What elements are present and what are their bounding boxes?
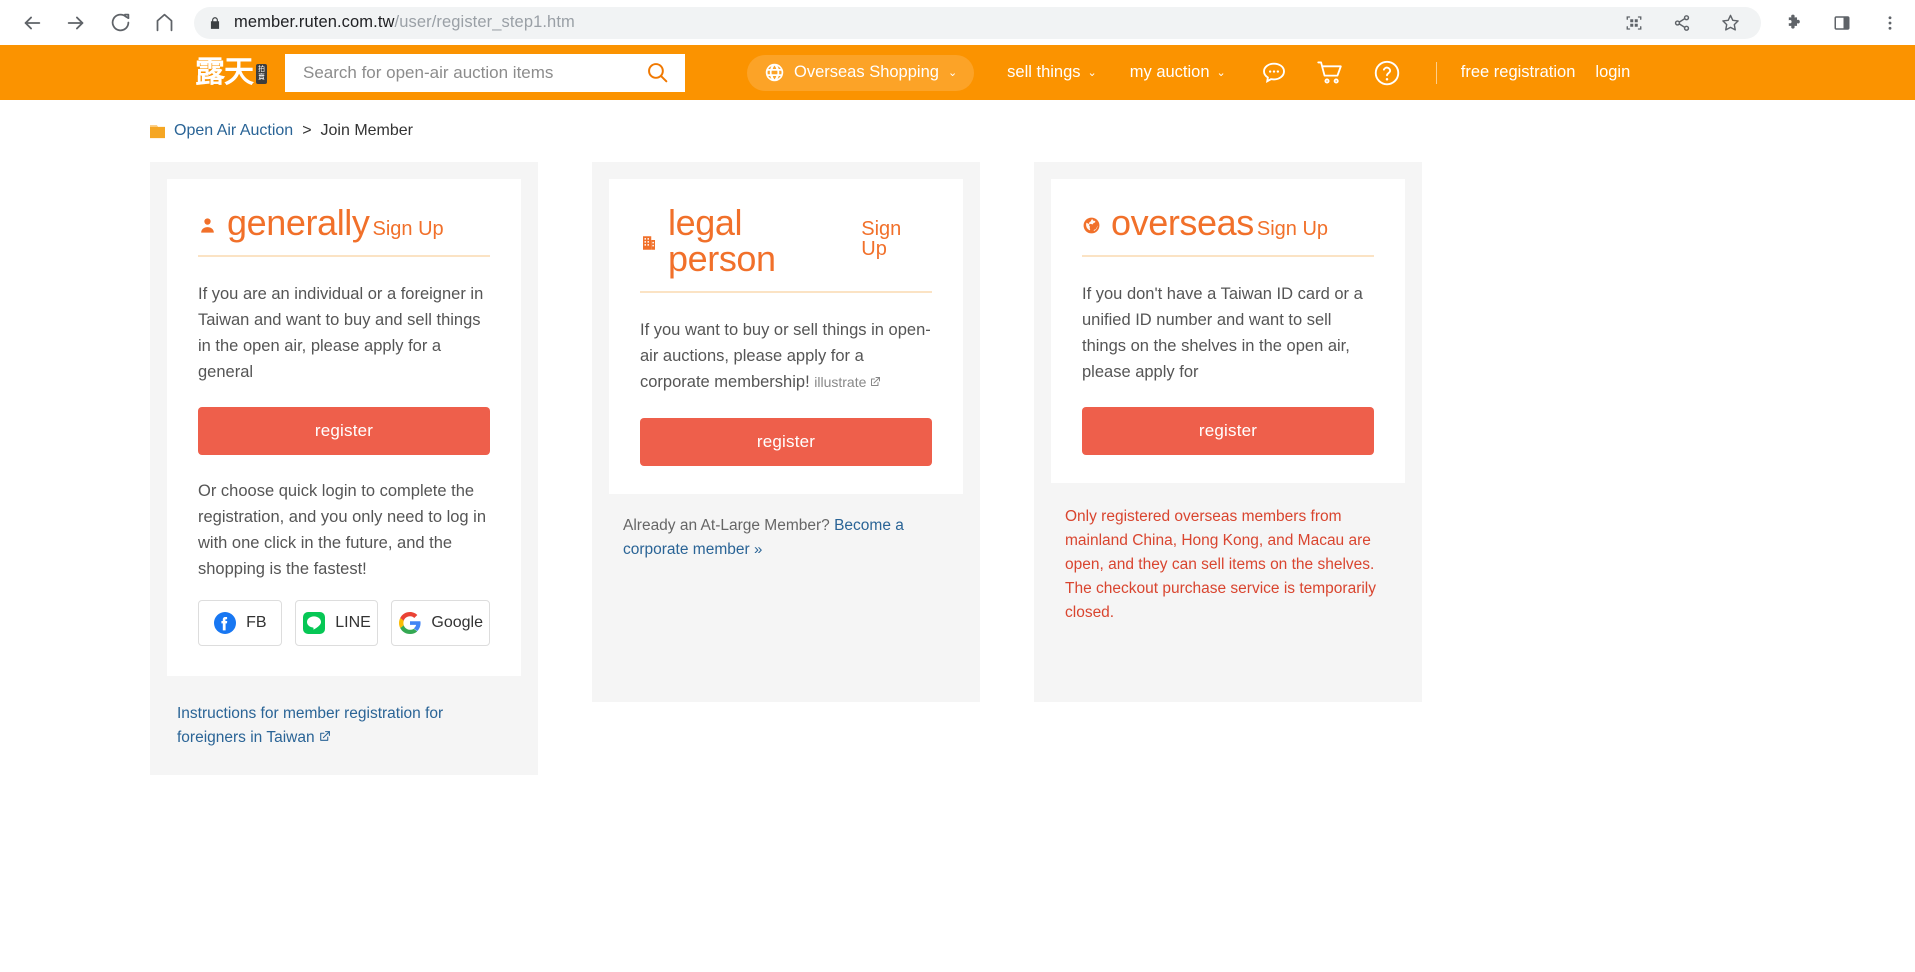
chevron-down-icon: ⌄: [1087, 67, 1097, 79]
nav-overseas-shopping[interactable]: Overseas Shopping ⌄: [747, 54, 975, 91]
reload-icon[interactable]: [100, 3, 140, 43]
card-legal-description-text: If you want to buy or sell things in ope…: [640, 321, 931, 391]
url-path: /user/register_step1.htm: [394, 13, 575, 31]
card-general-description2: Or choose quick login to complete the re…: [198, 482, 487, 578]
illustrate-link[interactable]: illustrate: [814, 374, 866, 390]
line-login-button[interactable]: LINE: [294, 600, 379, 646]
search-bar[interactable]: [285, 53, 685, 92]
search-icon[interactable]: [643, 59, 671, 87]
legal-member-note: Already an At-Large Member? Become a cor…: [609, 494, 963, 562]
forward-arrow-icon[interactable]: [56, 3, 96, 43]
card-general-title: generally Sign Up: [198, 205, 490, 257]
site-header: 露天 拍 賣 Overseas Shopping ⌄ sell things ⌄…: [0, 45, 1915, 100]
card-legal-panel: legal person Sign Up If you want to buy …: [609, 179, 963, 494]
google-icon: [398, 611, 422, 635]
free-registration-link[interactable]: free registration: [1461, 63, 1576, 82]
logo-text: 露天: [195, 55, 254, 89]
lock-icon: [208, 16, 222, 30]
register-button-general[interactable]: register: [198, 407, 490, 455]
card-legal-title: legal person Sign Up: [640, 205, 932, 293]
card-general-heading: generally: [227, 202, 370, 243]
question-mark-icon[interactable]: [1372, 58, 1402, 88]
chevron-right-icon: »: [753, 541, 763, 558]
url-host: member.ruten.com.tw: [234, 13, 395, 31]
card-overseas-heading: overseas: [1111, 202, 1254, 243]
facebook-icon: [213, 611, 237, 635]
card-legal-person: legal person Sign Up If you want to buy …: [592, 162, 980, 702]
puzzle-piece-icon[interactable]: [1781, 10, 1807, 36]
card-legal-description: If you want to buy or sell things in ope…: [640, 317, 932, 396]
person-icon: [198, 216, 217, 235]
card-overseas-title: overseas Sign Up: [1082, 205, 1374, 257]
nav-overseas-label: Overseas Shopping: [794, 63, 939, 81]
home-icon[interactable]: [144, 3, 184, 43]
logo-badge-line1: 拍: [258, 65, 265, 73]
qr-code-icon[interactable]: [1621, 10, 1647, 36]
building-icon: [640, 234, 658, 252]
browser-actions: [1773, 10, 1903, 36]
omnibox-actions: [1621, 10, 1747, 36]
card-general-subheading: Sign Up: [372, 218, 444, 240]
globe-icon: [1082, 216, 1101, 235]
card-legal-heading: legal person: [668, 202, 776, 279]
nav-my-auction[interactable]: my auction ⌄: [1130, 63, 1226, 82]
back-arrow-icon[interactable]: [12, 3, 52, 43]
chat-bubble-icon[interactable]: [1259, 58, 1289, 88]
header-icon-group: [1259, 57, 1402, 88]
foreigner-instructions-link[interactable]: Instructions for member registration for…: [177, 705, 443, 746]
chevron-down-icon: ⌄: [947, 67, 958, 79]
line-icon: [302, 611, 326, 635]
card-general-description: If you are an individual or a foreigner …: [198, 285, 484, 381]
search-input[interactable]: [301, 61, 643, 84]
nav-sell-things[interactable]: sell things ⌄: [1007, 63, 1097, 82]
google-login-button[interactable]: Google: [391, 600, 490, 646]
breadcrumb-current: Join Member: [320, 122, 414, 139]
header-account-links: free registration login: [1435, 61, 1630, 84]
external-link-icon: [869, 370, 881, 396]
three-dot-menu-icon[interactable]: [1877, 10, 1903, 36]
site-logo[interactable]: 露天 拍 賣: [195, 55, 267, 89]
card-general: generally Sign Up If you are an individu…: [150, 162, 538, 775]
register-button-overseas[interactable]: register: [1082, 407, 1374, 455]
side-panel-icon[interactable]: [1829, 10, 1855, 36]
breadcrumb-home-link[interactable]: Open Air Auction: [174, 122, 293, 140]
foreigner-instructions: Instructions for member registration for…: [167, 676, 521, 751]
chevron-down-icon: ⌄: [1216, 67, 1226, 79]
card-overseas-panel: overseas Sign Up If you don't have a Tai…: [1051, 179, 1405, 483]
google-login-label: Google: [431, 614, 483, 631]
globe-icon: [764, 62, 785, 83]
main-navigation: Overseas Shopping ⌄ sell things ⌄ my auc…: [747, 54, 1402, 91]
folder-icon: [150, 124, 165, 139]
breadcrumb-separator: >: [302, 122, 312, 139]
card-overseas: overseas Sign Up If you don't have a Tai…: [1034, 162, 1422, 702]
divider: [1435, 61, 1437, 84]
browser-toolbar: member.ruten.com.tw/user/register_step1.…: [0, 0, 1915, 45]
card-overseas-subheading: Sign Up: [1256, 218, 1329, 240]
share-icon[interactable]: [1669, 10, 1695, 36]
nav-auction-label: my auction: [1129, 63, 1210, 81]
login-link[interactable]: login: [1595, 63, 1630, 82]
register-button-legal[interactable]: register: [640, 418, 932, 466]
star-icon[interactable]: [1717, 10, 1743, 36]
legal-note-prefix: Already an At-Large Member?: [623, 517, 830, 534]
logo-badge-line2: 賣: [258, 73, 265, 81]
card-overseas-description: If you don't have a Taiwan ID card or a …: [1082, 285, 1363, 381]
nav-sell-label: sell things: [1007, 63, 1081, 81]
card-legal-subheading: Sign Up: [861, 218, 902, 260]
registration-options: generally Sign Up If you are an individu…: [0, 162, 1915, 775]
social-login-row: FB LINE Google: [198, 600, 490, 646]
address-bar[interactable]: member.ruten.com.tw/user/register_step1.…: [194, 6, 1761, 39]
breadcrumb: Open Air Auction > Join Member: [0, 100, 1915, 162]
facebook-login-button[interactable]: FB: [198, 600, 282, 646]
overseas-warning: Only registered overseas members from ma…: [1065, 508, 1376, 621]
facebook-login-label: FB: [246, 614, 267, 631]
url-text: member.ruten.com.tw/user/register_step1.…: [234, 13, 575, 32]
line-login-label: LINE: [335, 614, 371, 631]
card-general-panel: generally Sign Up If you are an individu…: [167, 179, 521, 676]
logo-badge: 拍 賣: [256, 63, 267, 84]
external-link-icon: [318, 727, 331, 751]
shopping-cart-icon[interactable]: [1315, 57, 1346, 88]
